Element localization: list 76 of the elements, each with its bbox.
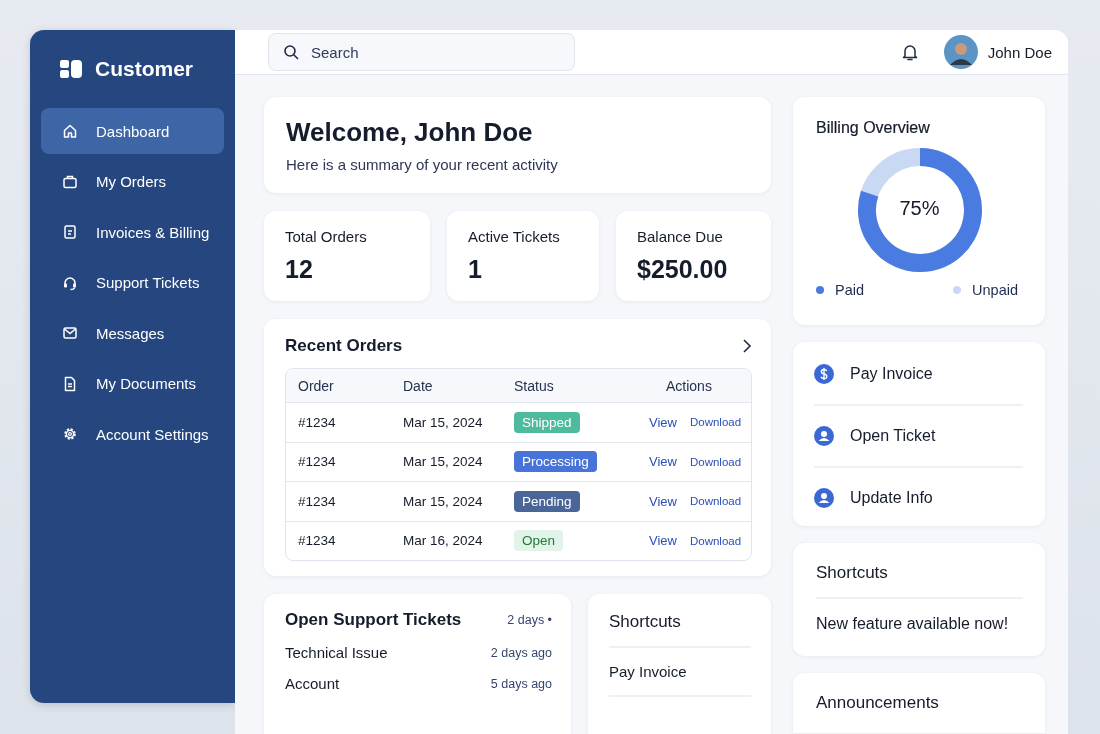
card-title: Open Support Tickets — [285, 610, 462, 630]
action-link[interactable]: Update Info — [850, 489, 933, 507]
ticket-time: 2 days ago — [490, 645, 552, 660]
table-cell-text: Mar 15, 2024 — [403, 493, 484, 509]
card-title: Announcements — [816, 693, 940, 714]
sidebar-item[interactable]: Invoices & Billing — [41, 209, 224, 255]
dollar-icon — [814, 364, 834, 384]
status-badge: Pending — [514, 490, 580, 512]
card-title: Recent Orders — [285, 336, 403, 356]
sidebar-item[interactable]: Support Tickets — [41, 259, 224, 306]
column-header: Order — [298, 377, 335, 394]
chevron-right-icon[interactable] — [742, 338, 752, 354]
card-title: Shortcuts — [609, 612, 751, 648]
welcome-subtitle: Here is a summary of your recent activity — [286, 156, 559, 173]
sidebar-item[interactable]: Messages — [41, 310, 224, 356]
view-link[interactable]: View — [649, 493, 677, 509]
view-link[interactable]: View — [649, 533, 677, 549]
welcome-title: Welcome, John Doe — [286, 117, 534, 148]
legend-label: Unpaid — [972, 282, 1018, 298]
view-link[interactable]: View — [649, 414, 677, 430]
sidebar-item[interactable]: Dashboard — [41, 108, 224, 154]
table-cell-text: #1234 — [298, 533, 337, 549]
donut-center-value: 75% — [898, 197, 941, 220]
table-cell-text: #1234 — [298, 414, 337, 430]
avatar-icon[interactable] — [943, 35, 978, 69]
sidebar-item[interactable]: Account Settings — [41, 411, 224, 457]
card-title: Shortcuts — [816, 563, 1023, 599]
notification-bell-icon[interactable] — [901, 43, 918, 61]
document-icon — [62, 375, 78, 392]
view-link[interactable]: View — [649, 454, 677, 470]
brand-name: Customer — [95, 57, 194, 81]
ticket-title[interactable]: Account — [285, 675, 340, 692]
table-cell-text: Mar 15, 2024 — [403, 454, 484, 470]
download-link[interactable]: Download — [689, 416, 742, 429]
action-link[interactable]: Pay Invoice — [850, 365, 933, 383]
stat-value: 12 — [285, 255, 314, 284]
stat-label: Balance Due — [637, 228, 724, 245]
headset-icon — [62, 274, 78, 291]
stat-label: Active Tickets — [468, 228, 561, 245]
logo-icon — [60, 60, 82, 78]
status-badge: Shipped — [514, 411, 580, 433]
table-cell-text: Mar 15, 2024 — [403, 414, 484, 430]
table-cell-text: #1234 — [298, 454, 337, 470]
sidebar-item[interactable]: My Documents — [41, 360, 224, 407]
ticket-meta: 2 days • — [507, 613, 552, 627]
download-link[interactable]: Download — [689, 495, 742, 508]
user-name[interactable]: John Doe — [987, 43, 1052, 61]
stat-label: Total Orders — [285, 228, 368, 245]
home-icon — [62, 123, 78, 139]
ticket-title[interactable]: Technical Issue — [285, 644, 388, 661]
download-link[interactable]: Download — [689, 455, 742, 468]
table-cell-text: #1234 — [298, 493, 337, 509]
sidebar-item[interactable]: My Orders — [41, 158, 224, 205]
table-cell-text: Mar 16, 2024 — [403, 533, 484, 549]
action-link[interactable]: Open Ticket — [850, 427, 936, 445]
status-badge: Processing — [514, 451, 597, 473]
stat-value: $250.00 — [637, 255, 729, 284]
shortcut-link[interactable]: Pay Invoice — [609, 648, 751, 697]
card-title: Billing Overview — [816, 119, 931, 137]
stat-value: 1 — [468, 255, 483, 284]
user-icon — [814, 426, 834, 446]
column-header: Actions — [665, 377, 712, 394]
ticket-time: 5 days ago — [490, 676, 552, 691]
column-header: Date — [403, 377, 434, 394]
legend-label: Paid — [835, 282, 865, 298]
column-header: Status — [514, 377, 555, 394]
download-link[interactable]: Download — [689, 534, 742, 547]
shortcut-note: New feature available now! — [816, 614, 1010, 633]
search-field[interactable]: Search — [268, 33, 575, 71]
search-icon — [283, 44, 299, 60]
settings-icon — [62, 426, 78, 442]
user-icon — [814, 488, 834, 508]
status-badge: Open — [514, 530, 564, 552]
invoice-icon — [62, 224, 78, 240]
bag-icon — [62, 173, 78, 190]
mail-icon — [62, 325, 78, 341]
